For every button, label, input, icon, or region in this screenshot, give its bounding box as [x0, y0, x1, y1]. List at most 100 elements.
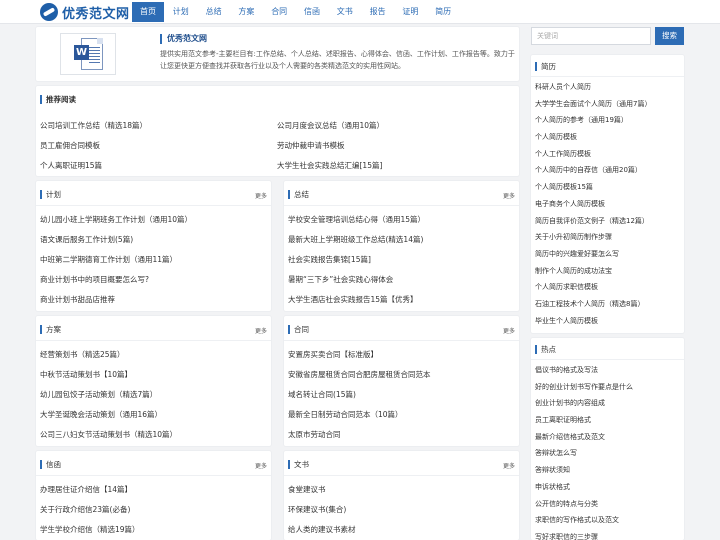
list-item[interactable]: 写好求职信的三步骤 [535, 529, 680, 540]
nav-item[interactable]: 合同 [263, 2, 295, 22]
list-item[interactable]: 给人类的建议书素材 [288, 520, 515, 540]
nav-item[interactable]: 证明 [394, 2, 426, 22]
nav-item[interactable]: 简历 [427, 2, 459, 22]
list-item[interactable]: 科研人员个人简历 [535, 79, 680, 96]
list-item[interactable]: 商业计划书甜品店推荐 [40, 290, 267, 310]
list-item[interactable]: 公司三八妇女节活动策划书（精选10篇） [40, 425, 267, 445]
section-title: 合同 [288, 325, 309, 334]
nav-item[interactable]: 总结 [198, 2, 230, 22]
article-list: 幼儿园小班上学期班务工作计划（通用10篇） 语文课后服务工作计划(5篇) 中班第二学… [40, 210, 267, 310]
more-link[interactable]: 更多 [255, 326, 267, 335]
nav-item[interactable]: 信函 [296, 2, 328, 22]
list-item[interactable]: 个人简历模板15篇 [535, 179, 680, 196]
list-item[interactable]: 个人工作简历模板 [535, 146, 680, 163]
section-contract: 合同 更多 安置房买卖合同【标准版】 安徽省房屋租赁合同合肥房屋租赁合同范本 域名转… [284, 316, 519, 446]
list-item[interactable]: 幼儿园包饺子活动策划（精选7篇） [40, 385, 267, 405]
recommend-item[interactable]: 大学生社会实践总结汇编[15篇] [277, 156, 514, 176]
section-title: 总结 [288, 190, 309, 199]
list-item[interactable]: 答辩状须知 [535, 462, 680, 479]
list-item[interactable]: 安徽省房屋租赁合同合肥房屋租赁合同范本 [288, 365, 515, 385]
more-link[interactable]: 更多 [503, 461, 515, 470]
list-item[interactable]: 创业计划书的内容组成 [535, 395, 680, 412]
list-item[interactable]: 暑期“三下乡”社会实践心得体会 [288, 270, 515, 290]
top-bar: 优秀范文网 首页 计划 总结 方案 合同 信函 文书 报告 证明 简历 [0, 0, 720, 24]
article-list: 安置房买卖合同【标准版】 安徽省房屋租赁合同合肥房屋租赁合同范本 域名转让合同(15… [288, 345, 515, 445]
list-item[interactable]: 石油工程技术个人简历（精选8篇） [535, 296, 680, 313]
list-item[interactable]: 最新全日制劳动合同范本（10篇） [288, 405, 515, 425]
list-item[interactable]: 好的创业计划书写作要点是什么 [535, 379, 680, 396]
list-item[interactable]: 公开信的特点与分类 [535, 496, 680, 513]
more-link[interactable]: 更多 [503, 326, 515, 335]
word-document-icon: W [60, 33, 116, 75]
sidebar-resume: 简历 科研人员个人简历 大学学生会面试个人简历（通用7篇） 个人简历的参考（通用19… [531, 55, 684, 333]
recommend-list: 公司培训工作总结（精选18篇） 公司月度会议总结（通用10篇） 员工雇佣合同模板 劳动… [40, 116, 516, 176]
list-item[interactable]: 学生学校介绍信（精选19篇） [40, 520, 267, 540]
recommend-item[interactable]: 公司培训工作总结（精选18篇） [40, 116, 277, 136]
section-title: 方案 [40, 325, 61, 334]
nav-item[interactable]: 首页 [132, 2, 164, 22]
recommend-item[interactable]: 公司月度会议总结（通用10篇） [277, 116, 514, 136]
list-item[interactable]: 大学生酒店社会实践报告15篇【优秀】 [288, 290, 515, 310]
section-document: 文书 更多 食堂建议书 环保建议书(集合) 给人类的建议书素材 [284, 451, 519, 540]
list-item[interactable]: 个人简历模板 [535, 129, 680, 146]
list-item[interactable]: 求职信的写作格式以及范文 [535, 512, 680, 529]
article-list: 食堂建议书 环保建议书(集合) 给人类的建议书素材 [288, 480, 515, 540]
nav-item[interactable]: 计划 [165, 2, 197, 22]
nav-item[interactable]: 方案 [230, 2, 262, 22]
list-item[interactable]: 中班第二学期德育工作计划（通用11篇） [40, 250, 267, 270]
list-item[interactable]: 个人简历的参考（通用19篇） [535, 112, 680, 129]
divider [531, 76, 684, 77]
list-item[interactable]: 最新大班上学期班级工作总结(精选14篇) [288, 230, 515, 250]
recommend-item[interactable]: 劳动仲裁申请书模板 [277, 136, 514, 156]
list-item[interactable]: 大学学生会面试个人简历（通用7篇） [535, 96, 680, 113]
intro-title[interactable]: 优秀范文网 [160, 34, 207, 44]
list-item[interactable]: 简历中的兴趣爱好要怎么写 [535, 246, 680, 263]
list-item[interactable]: 毕业生个人简历模板 [535, 313, 680, 330]
list-item[interactable]: 安置房买卖合同【标准版】 [288, 345, 515, 365]
list-item[interactable]: 大学圣诞晚会活动策划（通用16篇） [40, 405, 267, 425]
recommend-title: 推荐阅读 [40, 95, 76, 104]
list-item[interactable]: 食堂建议书 [288, 480, 515, 500]
section-scheme: 方案 更多 经营策划书（精选25篇） 中秋节活动策划书【10篇】 幼儿园包饺子活动策… [36, 316, 271, 446]
list-item[interactable]: 语文课后服务工作计划(5篇) [40, 230, 267, 250]
list-item[interactable]: 环保建议书(集合) [288, 500, 515, 520]
more-link[interactable]: 更多 [255, 191, 267, 200]
site-logo[interactable]: 优秀范文网 [40, 2, 130, 22]
list-item[interactable]: 倡议书的格式及写法 [535, 362, 680, 379]
list-item[interactable]: 简历自我评价范文例子（精选12篇） [535, 213, 680, 230]
list-item[interactable]: 域名转让合同(15篇) [288, 385, 515, 405]
list-item[interactable]: 中秋节活动策划书【10篇】 [40, 365, 267, 385]
list-item[interactable]: 关于行政介绍信23篇(必备) [40, 500, 267, 520]
list-item[interactable]: 幼儿园小班上学期班务工作计划（通用10篇） [40, 210, 267, 230]
section-title: 信函 [40, 460, 61, 469]
search-input[interactable] [531, 27, 651, 45]
list-item[interactable]: 关于小升初简历制作步骤 [535, 229, 680, 246]
list-item[interactable]: 最新介绍信格式及范文 [535, 429, 680, 446]
list-item[interactable]: 个人简历中的自荐信（通用20篇） [535, 162, 680, 179]
list-item[interactable]: 员工离职证明格式 [535, 412, 680, 429]
list-item[interactable]: 答辩状怎么写 [535, 445, 680, 462]
list-item[interactable]: 电子商务个人简历模板 [535, 196, 680, 213]
word-w-badge: W [74, 45, 89, 60]
nav-item[interactable]: 报告 [362, 2, 394, 22]
more-link[interactable]: 更多 [503, 191, 515, 200]
list-item[interactable]: 太原市劳动合同 [288, 425, 515, 445]
more-link[interactable]: 更多 [255, 461, 267, 470]
list-item[interactable]: 社会实践报告集锦[15篇] [288, 250, 515, 270]
sidebar-title: 简历 [535, 62, 556, 71]
list-item[interactable]: 办理居住证介绍信【14篇】 [40, 480, 267, 500]
list-item[interactable]: 商业计划书中的项目概要怎么写? [40, 270, 267, 290]
recommend-item[interactable]: 员工雇佣合同模板 [40, 136, 277, 156]
list-item[interactable]: 制作个人简历的成功法宝 [535, 263, 680, 280]
sidebar-hot: 热点 倡议书的格式及写法 好的创业计划书写作要点是什么 创业计划书的内容组成 员工离职… [531, 338, 684, 540]
search-button[interactable]: 搜索 [655, 27, 684, 45]
list-item[interactable]: 学校安全管理培训总结心得（通用15篇） [288, 210, 515, 230]
main-nav: 首页 计划 总结 方案 合同 信函 文书 报告 证明 简历 [132, 2, 460, 22]
list-item[interactable]: 申诉状格式 [535, 479, 680, 496]
article-list: 经营策划书（精选25篇） 中秋节活动策划书【10篇】 幼儿园包饺子活动策划（精选7篇… [40, 345, 267, 445]
nav-item[interactable]: 文书 [329, 2, 361, 22]
list-item[interactable]: 经营策划书（精选25篇） [40, 345, 267, 365]
section-letter: 信函 更多 办理居住证介绍信【14篇】 关于行政介绍信23篇(必备) 学生学校介绍信… [36, 451, 271, 540]
recommend-item[interactable]: 个人离职证明15篇 [40, 156, 277, 176]
list-item[interactable]: 个人简历求职信模板 [535, 279, 680, 296]
